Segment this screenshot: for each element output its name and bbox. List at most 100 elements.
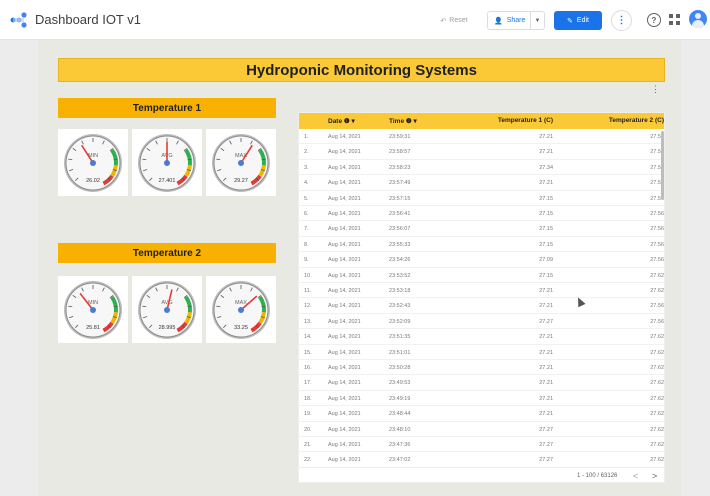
row-index: 13.: [304, 318, 312, 325]
row-index: 3.: [304, 164, 309, 171]
cell-temperature-2: 27.56: [650, 211, 664, 217]
table-row[interactable]: 13. Aug 14, 2021 23:52:09 27.27 27.56: [299, 314, 664, 330]
cell-time: 23:56:07: [389, 226, 411, 233]
column-header-date[interactable]: Date ❶ ▾: [328, 117, 355, 125]
row-index: 5.: [304, 195, 309, 202]
column-header-temperature-2[interactable]: Temperature 2 (C): [609, 117, 664, 124]
column-header-temperature-1[interactable]: Temperature 1 (C): [498, 117, 553, 124]
table-row[interactable]: 8. Aug 14, 2021 23:55:33 27.15 27.56: [299, 237, 664, 253]
report-title[interactable]: Dashboard IOT v1: [35, 12, 141, 27]
cell-time: 23:57:49: [389, 180, 411, 187]
table-row[interactable]: 11. Aug 14, 2021 23:53:18 27.21 27.62: [299, 283, 664, 299]
table-row[interactable]: 3. Aug 14, 2021 23:58:23 27.34 27.56: [299, 160, 664, 176]
cell-date: Aug 14, 2021: [328, 211, 361, 217]
table-row[interactable]: 6. Aug 14, 2021 23:56:41 27.15 27.56: [299, 206, 664, 222]
cell-temperature-1: 27.21: [539, 349, 553, 356]
table-row[interactable]: 7. Aug 14, 2021 23:56:07 27.15 27.56: [299, 221, 664, 237]
table-row[interactable]: 22. Aug 14, 2021 23:47:02 27.27 27.62: [299, 452, 664, 468]
gauge-value: 26.02: [86, 178, 100, 184]
help-icon[interactable]: ?: [647, 13, 661, 27]
table-row[interactable]: 15. Aug 14, 2021 23:51:01 27.21 27.62: [299, 345, 664, 360]
report-workspace: Hydroponic Monitoring Systems ⋮ Temperat…: [0, 40, 710, 496]
cell-temperature-2: 27.62: [650, 457, 664, 464]
row-index: 15.: [304, 349, 312, 356]
gauge-card[interactable]: MIN 26.02: [58, 129, 128, 196]
gauge-hub: [164, 307, 170, 313]
cell-temperature-2: 27.62: [650, 349, 664, 356]
share-menu-chevron-icon[interactable]: ▼: [530, 12, 544, 29]
gauge-card[interactable]: MAX 33.25: [206, 276, 276, 343]
column-header-time[interactable]: Time ❷ ▾: [389, 117, 417, 125]
table-row[interactable]: 16. Aug 14, 2021 23:50:28 27.21 27.62: [299, 360, 664, 376]
chevron-right-icon[interactable]: >: [652, 471, 657, 481]
row-index: 18.: [304, 395, 312, 402]
cell-temperature-2: 27.56: [650, 318, 664, 325]
cell-date: Aug 14, 2021: [328, 180, 361, 187]
gauge-avg: AVG 28.995: [138, 281, 196, 339]
table-row[interactable]: 19. Aug 14, 2021 23:48:44 27.21 27.62: [299, 406, 664, 422]
edit-button[interactable]: ✎ Edit: [554, 11, 602, 30]
cell-temperature-1: 27.27: [539, 442, 553, 448]
row-index: 6.: [304, 211, 309, 217]
cell-temperature-2: 27.62: [650, 288, 664, 294]
cell-time: 23:59:31: [389, 134, 411, 140]
cell-temperature-1: 27.21: [539, 149, 553, 156]
reset-button[interactable]: ↶ Reset: [430, 11, 478, 30]
cell-temperature-2: 27.62: [650, 334, 664, 341]
chart-options-icon[interactable]: ⋮: [651, 84, 660, 95]
cell-date: Aug 14, 2021: [328, 149, 361, 156]
apps-grid-icon[interactable]: [669, 14, 680, 25]
table-row[interactable]: 2. Aug 14, 2021 23:58:57 27.21 27.56: [299, 144, 664, 160]
cell-date: Aug 14, 2021: [328, 334, 361, 341]
cell-temperature-2: 27.56: [650, 226, 664, 233]
cell-temperature-1: 27.21: [539, 180, 553, 187]
table-row[interactable]: 4. Aug 14, 2021 23:57:49 27.21 27.56: [299, 175, 664, 191]
table-scrollbar[interactable]: [661, 131, 664, 199]
table-row[interactable]: 18. Aug 14, 2021 23:49:19 27.21 27.62: [299, 391, 664, 407]
share-button[interactable]: 👤 Share ▼: [487, 11, 545, 30]
section-header-temperature-2: Temperature 2: [58, 243, 276, 263]
cell-date: Aug 14, 2021: [328, 164, 361, 171]
data-studio-logo-icon[interactable]: [10, 12, 28, 28]
gauge-card[interactable]: AVG27.401: [132, 129, 202, 196]
cell-temperature-1: 27.15: [539, 241, 553, 248]
cell-date: Aug 14, 2021: [328, 365, 361, 371]
gauge-hub: [164, 160, 170, 166]
row-index: 8.: [304, 241, 309, 248]
gauge-value: 28.995: [159, 325, 176, 331]
more-vert-icon[interactable]: ⋮: [611, 10, 632, 31]
app-header: Dashboard IOT v1 ↶ Reset 👤 Share ▼ ✎ Edi…: [0, 0, 710, 40]
cell-time: 23:53:52: [389, 272, 411, 279]
account-avatar-icon[interactable]: [689, 10, 707, 28]
gauge-card[interactable]: MAX 29.27: [206, 129, 276, 196]
row-index: 17.: [304, 380, 312, 387]
gauge-avg: AVG27.401: [138, 134, 196, 192]
cell-temperature-1: 27.21: [539, 288, 553, 294]
table-row[interactable]: 5. Aug 14, 2021 23:57:15 27.15 27.56: [299, 191, 664, 206]
table-row[interactable]: 20. Aug 14, 2021 23:48:10 27.27 27.62: [299, 422, 664, 437]
cell-time: 23:49:53: [389, 380, 411, 387]
cell-date: Aug 14, 2021: [328, 226, 361, 233]
table-row[interactable]: 9. Aug 14, 2021 23:54:26 27.09 27.56: [299, 252, 664, 268]
cell-temperature-1: 27.15: [539, 211, 553, 217]
table-row[interactable]: 17. Aug 14, 2021 23:49:53 27.21 27.62: [299, 375, 664, 391]
gauge-hub: [90, 307, 96, 313]
gauge-hub: [90, 160, 96, 166]
cell-time: 23:48:10: [389, 426, 411, 433]
table-row[interactable]: 21. Aug 14, 2021 23:47:36 27.27 27.62: [299, 437, 664, 453]
cell-date: Aug 14, 2021: [328, 195, 361, 202]
chevron-left-icon[interactable]: <: [633, 471, 638, 481]
row-index: 21.: [304, 442, 312, 448]
table-row[interactable]: 12. Aug 14, 2021 23:52:43 27.21 27.56: [299, 298, 664, 314]
data-table[interactable]: Date ❶ ▾ Time ❷ ▾ Temperature 1 (C) Temp…: [298, 112, 665, 483]
gauge-card[interactable]: AVG 28.995: [132, 276, 202, 343]
cell-time: 23:52:43: [389, 303, 411, 310]
table-row[interactable]: 1. Aug 14, 2021 23:59:31 27.21 27.56: [299, 129, 664, 145]
gauge-card[interactable]: MIN 25.81: [58, 276, 128, 343]
table-row[interactable]: 14. Aug 14, 2021 23:51:35 27.21 27.62: [299, 329, 664, 345]
cell-temperature-2: 27.56: [650, 257, 664, 264]
gauge-hub: [238, 160, 244, 166]
table-row[interactable]: 10. Aug 14, 2021 23:53:52 27.15 27.62: [299, 268, 664, 283]
cell-date: Aug 14, 2021: [328, 241, 361, 248]
row-index: 1.: [304, 134, 309, 140]
